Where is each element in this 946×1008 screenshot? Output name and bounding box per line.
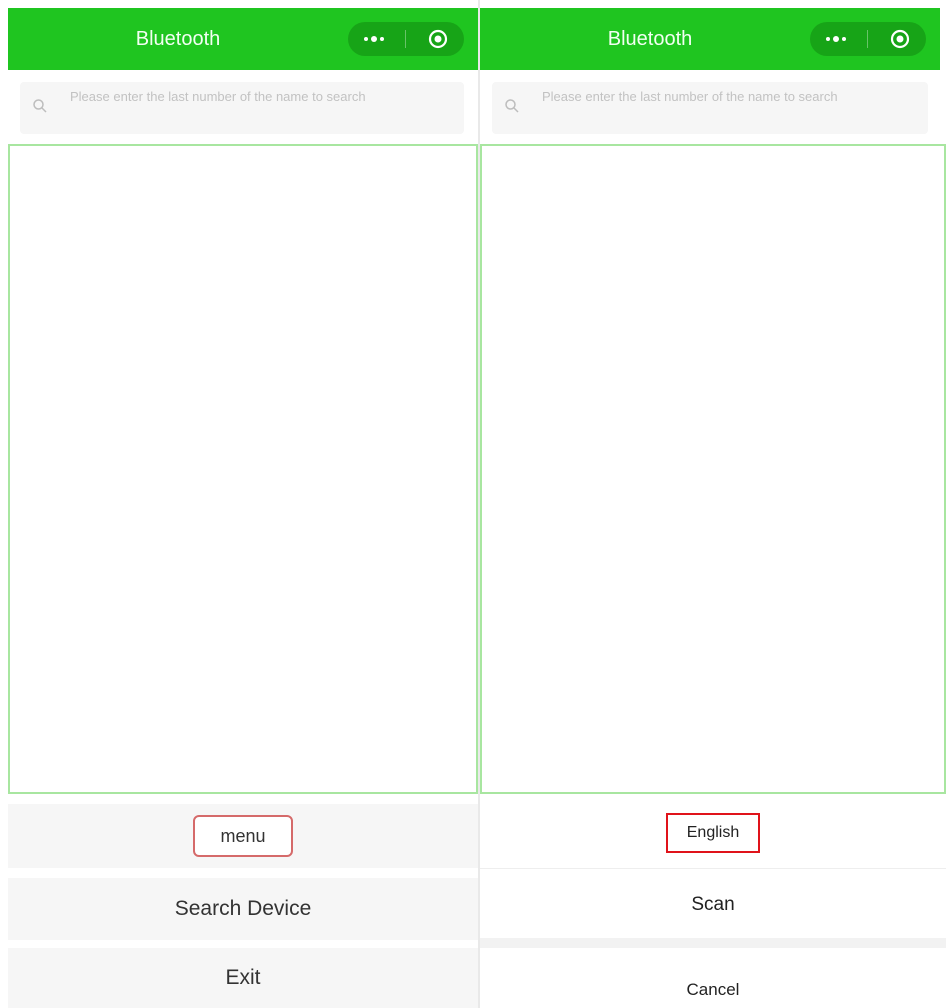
- nav-bar: Bluetooth: [8, 8, 478, 70]
- search-input[interactable]: Please enter the last number of the name…: [20, 82, 464, 134]
- left-screen: Bluetooth Please enter the last number o…: [0, 0, 478, 1008]
- right-screen: Bluetooth Please enter the last number o…: [480, 0, 946, 1008]
- more-dots-icon[interactable]: [816, 22, 856, 56]
- capsule-divider: [405, 30, 407, 48]
- target-close-icon[interactable]: [418, 22, 458, 56]
- search-placeholder: Please enter the last number of the name…: [70, 89, 366, 104]
- action-sheet-cancel-button[interactable]: Cancel: [480, 952, 946, 1008]
- page-title: Bluetooth: [607, 27, 693, 50]
- target-close-icon[interactable]: [880, 22, 920, 56]
- action-sheet-gap: [480, 938, 946, 948]
- search-input[interactable]: Please enter the last number of the name…: [492, 82, 928, 134]
- search-placeholder: Please enter the last number of the name…: [542, 89, 838, 104]
- action-sheet-item-english[interactable]: English: [480, 800, 946, 866]
- action-sheet-item-scan[interactable]: Scan: [480, 872, 946, 938]
- page-title: Bluetooth: [135, 27, 221, 50]
- mini-program-capsule: [348, 22, 464, 56]
- search-device-button[interactable]: Search Device: [8, 878, 478, 940]
- device-list: [480, 144, 946, 794]
- exit-button[interactable]: Exit: [8, 948, 478, 1008]
- more-dots-icon[interactable]: [354, 22, 394, 56]
- menu-button[interactable]: menu: [193, 815, 293, 857]
- mini-program-capsule: [810, 22, 926, 56]
- device-list: [8, 144, 478, 794]
- search-icon: [504, 98, 520, 114]
- capsule-divider: [867, 30, 869, 48]
- action-sheet-divider: [480, 868, 946, 869]
- search-icon: [32, 98, 48, 114]
- menu-row: menu: [8, 804, 478, 868]
- english-option-label: English: [666, 813, 760, 853]
- nav-bar: Bluetooth: [480, 8, 940, 70]
